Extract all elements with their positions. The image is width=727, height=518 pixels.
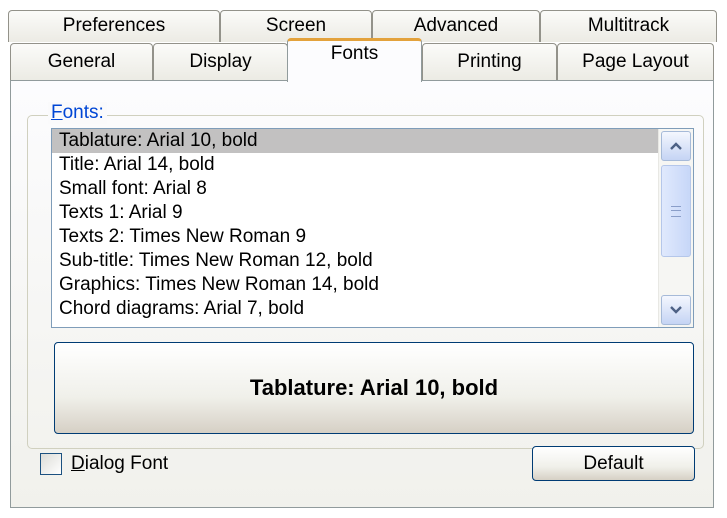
tab-label: General	[47, 51, 116, 72]
dialog-font-checkbox[interactable]: Dialog Font	[40, 451, 168, 477]
list-item[interactable]: Graphics: Times New Roman 14, bold	[52, 273, 659, 297]
list-item[interactable]: Tablature: Arial 10, bold	[52, 129, 659, 153]
fonts-listbox[interactable]: Tablature: Arial 10, bold Title: Arial 1…	[51, 128, 694, 328]
mnemonic: F	[51, 102, 63, 123]
checkbox-box[interactable]	[40, 453, 62, 475]
default-button-label: Default	[583, 453, 644, 474]
tab-multitrack[interactable]: Multitrack	[540, 10, 717, 42]
grip-icon	[671, 205, 681, 217]
scroll-down-button[interactable]	[661, 295, 691, 325]
tab-label: Screen	[265, 15, 327, 36]
mnemonic: D	[71, 453, 85, 474]
tab-label: Fonts	[330, 43, 379, 64]
preview-label: Tablature: Arial 10, bold	[249, 375, 499, 400]
fonts-group-label: Fonts:	[48, 102, 107, 124]
checkbox-label: Dialog Font	[71, 453, 168, 475]
tab-fonts[interactable]: Fonts	[287, 38, 422, 82]
tab-label: Multitrack	[587, 15, 670, 36]
list-item[interactable]: Small font: Arial 8	[52, 177, 659, 201]
tab-label: Preferences	[62, 15, 166, 36]
tab-general[interactable]: General	[10, 43, 153, 80]
label-text: onts:	[62, 102, 104, 123]
tab-display[interactable]: Display	[153, 43, 288, 80]
tab-label: Advanced	[413, 15, 499, 36]
scroll-up-button[interactable]	[661, 131, 691, 161]
tab-label: Printing	[457, 51, 522, 72]
chevron-down-icon	[670, 306, 682, 314]
list-item[interactable]: Texts 1: Arial 9	[52, 201, 659, 225]
tab-label: Page Layout	[582, 51, 689, 72]
vertical-scrollbar[interactable]	[658, 129, 693, 327]
scroll-thumb[interactable]	[661, 165, 691, 257]
tab-page-layout[interactable]: Page Layout	[557, 43, 714, 80]
default-button[interactable]: Default	[532, 446, 695, 481]
list-item[interactable]: Sub-title: Times New Roman 12, bold	[52, 249, 659, 273]
chevron-up-icon	[670, 142, 682, 150]
list-item[interactable]: Chord diagrams: Arial 7, bold	[52, 297, 659, 321]
tab-preferences[interactable]: Preferences	[8, 10, 220, 42]
list-item[interactable]: Texts 2: Times New Roman 9	[52, 225, 659, 249]
label-text: ialog Font	[84, 453, 169, 474]
list-item[interactable]: Title: Arial 14, bold	[52, 153, 659, 177]
tab-label: Display	[189, 51, 252, 72]
tab-printing[interactable]: Printing	[422, 43, 557, 80]
font-preview-button[interactable]: Tablature: Arial 10, bold	[54, 342, 694, 434]
